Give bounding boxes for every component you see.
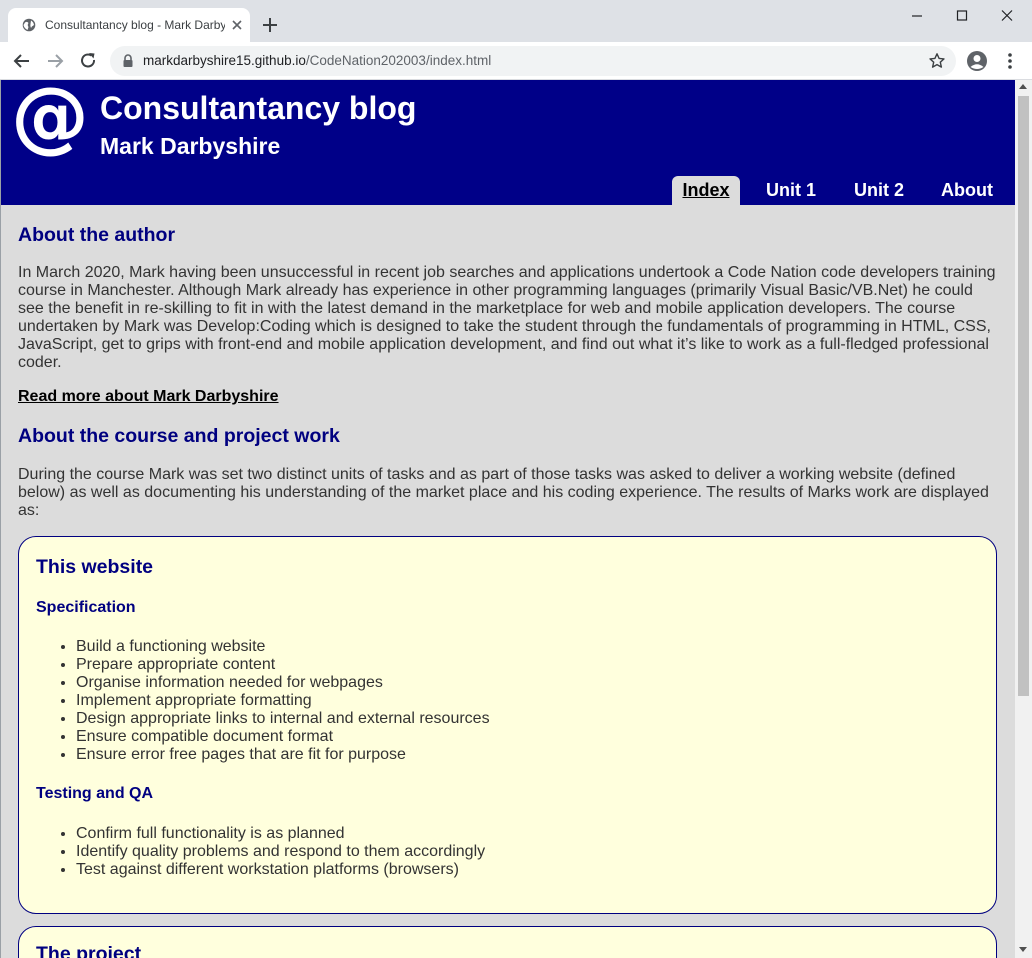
browser-toolbar: markdarbyshire15.github.io/CodeNation202…: [0, 42, 1032, 80]
scrollbar-thumb[interactable]: [1018, 96, 1029, 696]
scroll-up-arrow-icon[interactable]: [1019, 84, 1027, 89]
list-item: Organise information needed for webpages: [76, 674, 490, 692]
list-item: Prepare appropriate content: [76, 656, 490, 674]
website-card-heading: This website: [36, 556, 154, 578]
page-scrollbar[interactable]: [1015, 80, 1032, 958]
site-header: @ Consultantancy blog Mark Darbyshire In…: [1, 80, 1015, 205]
url-domain: markdarbyshire15.github.io: [143, 53, 306, 68]
list-item: Identify quality problems and respond to…: [76, 843, 485, 861]
read-more-link[interactable]: Read more about Mark Darbyshire: [18, 388, 279, 406]
globe-icon: [22, 18, 36, 32]
site-author: Mark Darbyshire: [100, 133, 281, 159]
list-item: Implement appropriate formatting: [76, 692, 490, 710]
specification-heading: Specification: [36, 599, 136, 616]
url-text: markdarbyshire15.github.io/CodeNation202…: [143, 53, 491, 69]
testing-qa-list: Confirm full functionality is as planned…: [36, 825, 485, 879]
list-item: Build a functioning website: [76, 638, 490, 656]
window-close-icon[interactable]: [996, 6, 1018, 26]
profile-icon[interactable]: [966, 50, 988, 72]
browser-tab[interactable]: Consultantancy blog - Mark Darbyshire: [8, 8, 250, 42]
maximize-icon[interactable]: [951, 6, 973, 26]
nav-about[interactable]: About: [934, 176, 1000, 205]
about-author-text: In March 2020, Mark having been unsucces…: [18, 264, 996, 371]
testing-qa-heading: Testing and QA: [36, 785, 154, 802]
minimize-icon[interactable]: [906, 6, 928, 26]
kebab-menu-icon[interactable]: [1000, 51, 1020, 71]
at-sign-logo: @: [11, 80, 89, 162]
tab-title: Consultantancy blog - Mark Darbyshire: [45, 18, 225, 32]
list-item: Design appropriate links to internal and…: [76, 710, 490, 728]
bookmark-star-icon[interactable]: [928, 52, 946, 70]
forward-arrow-icon[interactable]: [45, 51, 65, 71]
scroll-down-arrow-icon[interactable]: [1019, 947, 1027, 952]
new-tab-icon[interactable]: [261, 16, 279, 34]
site-title: Consultantancy blog: [100, 90, 417, 126]
course-text: During the course Mark was set two disti…: [18, 466, 989, 519]
list-item: Confirm full functionality is as planned: [76, 825, 485, 843]
tab-strip: Consultantancy blog - Mark Darbyshire: [0, 0, 1032, 42]
list-item: Test against different workstation platf…: [76, 861, 485, 879]
nav-unit-1[interactable]: Unit 1: [756, 176, 826, 205]
course-heading: About the course and project work: [18, 425, 340, 447]
specification-list: Build a functioning website Prepare appr…: [36, 638, 490, 764]
address-bar[interactable]: markdarbyshire15.github.io/CodeNation202…: [110, 46, 956, 76]
back-arrow-icon[interactable]: [12, 51, 32, 71]
url-path: /CodeNation202003/index.html: [305, 53, 492, 68]
about-author-heading: About the author: [18, 224, 176, 246]
website-card: This website Specification Build a funct…: [18, 536, 997, 914]
project-card-heading: The project: [36, 943, 142, 958]
lock-icon: [123, 54, 133, 67]
close-icon[interactable]: [230, 18, 244, 32]
project-card: The project: [18, 926, 997, 958]
nav-index[interactable]: Index: [672, 176, 740, 205]
reload-icon[interactable]: [78, 51, 98, 71]
list-item: Ensure error free pages that are fit for…: [76, 746, 490, 764]
list-item: Ensure compatible document format: [76, 728, 490, 746]
browser-chrome: Consultantancy blog - Mark Darbyshire: [0, 0, 1032, 80]
page-viewport: @ Consultantancy blog Mark Darbyshire In…: [0, 80, 1015, 958]
nav-unit-2[interactable]: Unit 2: [844, 176, 914, 205]
